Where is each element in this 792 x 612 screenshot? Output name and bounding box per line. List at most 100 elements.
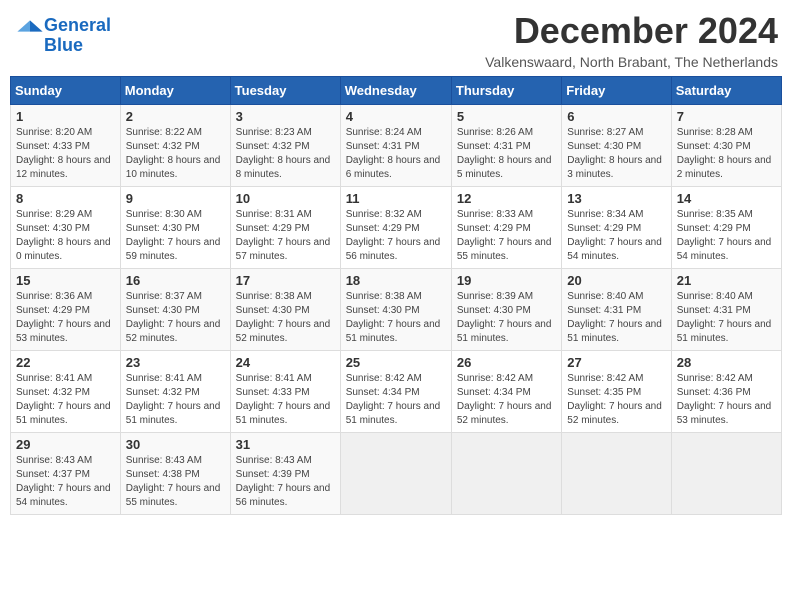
day-number: 16	[126, 273, 225, 288]
calendar-cell: 3Sunrise: 8:23 AMSunset: 4:32 PMDaylight…	[230, 105, 340, 187]
calendar-cell	[340, 433, 451, 515]
day-number: 7	[677, 109, 776, 124]
page-header: General Blue December 2024 Valkenswaard,…	[10, 10, 782, 70]
day-number: 22	[16, 355, 115, 370]
day-info: Sunrise: 8:43 AMSunset: 4:38 PMDaylight:…	[126, 454, 225, 510]
day-info: Sunrise: 8:28 AMSunset: 4:30 PMDaylight:…	[677, 126, 776, 182]
day-info: Sunrise: 8:33 AMSunset: 4:29 PMDaylight:…	[457, 208, 556, 264]
day-number: 8	[16, 191, 115, 206]
weekday-sunday: Sunday	[11, 77, 121, 105]
day-number: 2	[126, 109, 225, 124]
day-info: Sunrise: 8:38 AMSunset: 4:30 PMDaylight:…	[346, 290, 446, 346]
day-number: 14	[677, 191, 776, 206]
day-info: Sunrise: 8:32 AMSunset: 4:29 PMDaylight:…	[346, 208, 446, 264]
month-title: December 2024	[485, 10, 778, 52]
day-info: Sunrise: 8:40 AMSunset: 4:31 PMDaylight:…	[567, 290, 665, 346]
day-info: Sunrise: 8:42 AMSunset: 4:35 PMDaylight:…	[567, 372, 665, 428]
calendar-cell: 22Sunrise: 8:41 AMSunset: 4:32 PMDayligh…	[11, 351, 121, 433]
calendar-cell: 24 Sunrise: 8:41 AMSunset: 4:33 PMDayligh…	[230, 351, 340, 433]
day-info: Sunrise: 8:35 AMSunset: 4:29 PMDaylight:…	[677, 208, 776, 264]
day-number: 25	[346, 355, 446, 370]
day-info: Sunrise: 8:37 AMSunset: 4:30 PMDaylight:…	[126, 290, 225, 346]
day-number: 24	[236, 355, 335, 370]
day-number: 31	[236, 437, 335, 452]
calendar-cell	[562, 433, 671, 515]
weekday-friday: Friday	[562, 77, 671, 105]
day-number: 15	[16, 273, 115, 288]
day-number: 17	[236, 273, 335, 288]
day-number: 26	[457, 355, 556, 370]
day-number: 18	[346, 273, 446, 288]
day-number: 11	[346, 191, 446, 206]
calendar-cell: 19Sunrise: 8:39 AMSunset: 4:30 PMDayligh…	[451, 269, 561, 351]
day-info: Sunrise: 8:29 AMSunset: 4:30 PMDaylight:…	[16, 208, 115, 264]
day-info: Sunrise: 8:39 AMSunset: 4:30 PMDaylight:…	[457, 290, 556, 346]
day-info: Sunrise: 8:43 AMSunset: 4:39 PMDaylight:…	[236, 454, 335, 510]
day-info: Sunrise: 8:38 AMSunset: 4:30 PMDaylight:…	[236, 290, 335, 346]
day-info: Sunrise: 8:24 AMSunset: 4:31 PMDaylight:…	[346, 126, 446, 182]
logo-text: General Blue	[44, 16, 111, 56]
calendar-cell: 23 Sunrise: 8:41 AMSunset: 4:32 PMDayligh…	[120, 351, 230, 433]
calendar-cell: 10 Sunrise: 8:31 AMSunset: 4:29 PMDayligh…	[230, 187, 340, 269]
day-number: 23	[126, 355, 225, 370]
calendar-cell: 5 Sunrise: 8:26 AMSunset: 4:31 PMDaylight…	[451, 105, 561, 187]
calendar-cell: 13 Sunrise: 8:34 AMSunset: 4:29 PMDayligh…	[562, 187, 671, 269]
day-number: 30	[126, 437, 225, 452]
calendar-cell	[451, 433, 561, 515]
calendar-cell: 21Sunrise: 8:40 AMSunset: 4:31 PMDayligh…	[671, 269, 781, 351]
week-row-4: 22 Sunrise: 8:41 AMSunset: 4:32 PMDayligh…	[11, 351, 782, 433]
logo-icon	[16, 19, 44, 47]
calendar-cell: 11 Sunrise: 8:32 AMSunset: 4:29 PMDayligh…	[340, 187, 451, 269]
day-number: 12	[457, 191, 556, 206]
day-info: Sunrise: 8:31 AMSunset: 4:29 PMDaylight:…	[236, 208, 335, 264]
week-row-2: 8 Sunrise: 8:29 AMSunset: 4:30 PMDaylight…	[11, 187, 782, 269]
day-number: 28	[677, 355, 776, 370]
calendar-cell: 14 Sunrise: 8:35 AMSunset: 4:29 PMDayligh…	[671, 187, 781, 269]
location: Valkenswaard, North Brabant, The Netherl…	[485, 54, 778, 70]
calendar-cell: 18 Sunrise: 8:38 AMSunset: 4:30 PMDayligh…	[340, 269, 451, 351]
day-info: Sunrise: 8:42 AMSunset: 4:34 PMDaylight:…	[346, 372, 446, 428]
day-info: Sunrise: 8:20 AMSunset: 4:33 PMDaylight:…	[16, 126, 115, 182]
calendar-cell: 15 Sunrise: 8:36 AMSunset: 4:29 PMDayligh…	[11, 269, 121, 351]
day-info: Sunrise: 8:26 AMSunset: 4:31 PMDaylight:…	[457, 126, 556, 182]
weekday-monday: Monday	[120, 77, 230, 105]
logo: General Blue	[14, 16, 111, 56]
week-row-5: 29 Sunrise: 8:43 AMSunset: 4:37 PMDayligh…	[11, 433, 782, 515]
calendar-cell: 26Sunrise: 8:42 AMSunset: 4:34 PMDayligh…	[451, 351, 561, 433]
calendar-cell: 31 Sunrise: 8:43 AMSunset: 4:39 PMDayligh…	[230, 433, 340, 515]
day-number: 21	[677, 273, 776, 288]
day-number: 29	[16, 437, 115, 452]
day-number: 1	[16, 109, 115, 124]
calendar-cell: 1 Sunrise: 8:20 AMSunset: 4:33 PMDaylight…	[11, 105, 121, 187]
day-info: Sunrise: 8:30 AMSunset: 4:30 PMDaylight:…	[126, 208, 225, 264]
calendar-cell: 8 Sunrise: 8:29 AMSunset: 4:30 PMDaylight…	[11, 187, 121, 269]
day-info: Sunrise: 8:22 AMSunset: 4:32 PMDaylight:…	[126, 126, 225, 182]
calendar-table: SundayMondayTuesdayWednesdayThursdayFrid…	[10, 76, 782, 515]
calendar-cell: 6 Sunrise: 8:27 AMSunset: 4:30 PMDaylight…	[562, 105, 671, 187]
calendar-cell: 29 Sunrise: 8:43 AMSunset: 4:37 PMDayligh…	[11, 433, 121, 515]
day-number: 5	[457, 109, 556, 124]
calendar-body: 1 Sunrise: 8:20 AMSunset: 4:33 PMDaylight…	[11, 105, 782, 515]
calendar-cell: 4 Sunrise: 8:24 AMSunset: 4:31 PMDaylight…	[340, 105, 451, 187]
day-number: 10	[236, 191, 335, 206]
day-number: 4	[346, 109, 446, 124]
weekday-header-row: SundayMondayTuesdayWednesdayThursdayFrid…	[11, 77, 782, 105]
day-info: Sunrise: 8:41 AMSunset: 4:32 PMDaylight:…	[126, 372, 225, 428]
calendar-cell: 20 Sunrise: 8:40 AMSunset: 4:31 PMDayligh…	[562, 269, 671, 351]
calendar-cell: 2 Sunrise: 8:22 AMSunset: 4:32 PMDaylight…	[120, 105, 230, 187]
day-number: 6	[567, 109, 665, 124]
day-info: Sunrise: 8:41 AMSunset: 4:33 PMDaylight:…	[236, 372, 335, 428]
day-number: 20	[567, 273, 665, 288]
calendar-cell: 17 Sunrise: 8:38 AMSunset: 4:30 PMDayligh…	[230, 269, 340, 351]
day-number: 13	[567, 191, 665, 206]
day-info: Sunrise: 8:36 AMSunset: 4:29 PMDaylight:…	[16, 290, 115, 346]
day-info: Sunrise: 8:43 AMSunset: 4:37 PMDaylight:…	[16, 454, 115, 510]
day-info: Sunrise: 8:34 AMSunset: 4:29 PMDaylight:…	[567, 208, 665, 264]
calendar-cell: 16 Sunrise: 8:37 AMSunset: 4:30 PMDayligh…	[120, 269, 230, 351]
calendar-cell: 25 Sunrise: 8:42 AMSunset: 4:34 PMDayligh…	[340, 351, 451, 433]
weekday-tuesday: Tuesday	[230, 77, 340, 105]
day-number: 27	[567, 355, 665, 370]
day-info: Sunrise: 8:27 AMSunset: 4:30 PMDaylight:…	[567, 126, 665, 182]
day-number: 3	[236, 109, 335, 124]
calendar-cell: 7 Sunrise: 8:28 AMSunset: 4:30 PMDaylight…	[671, 105, 781, 187]
